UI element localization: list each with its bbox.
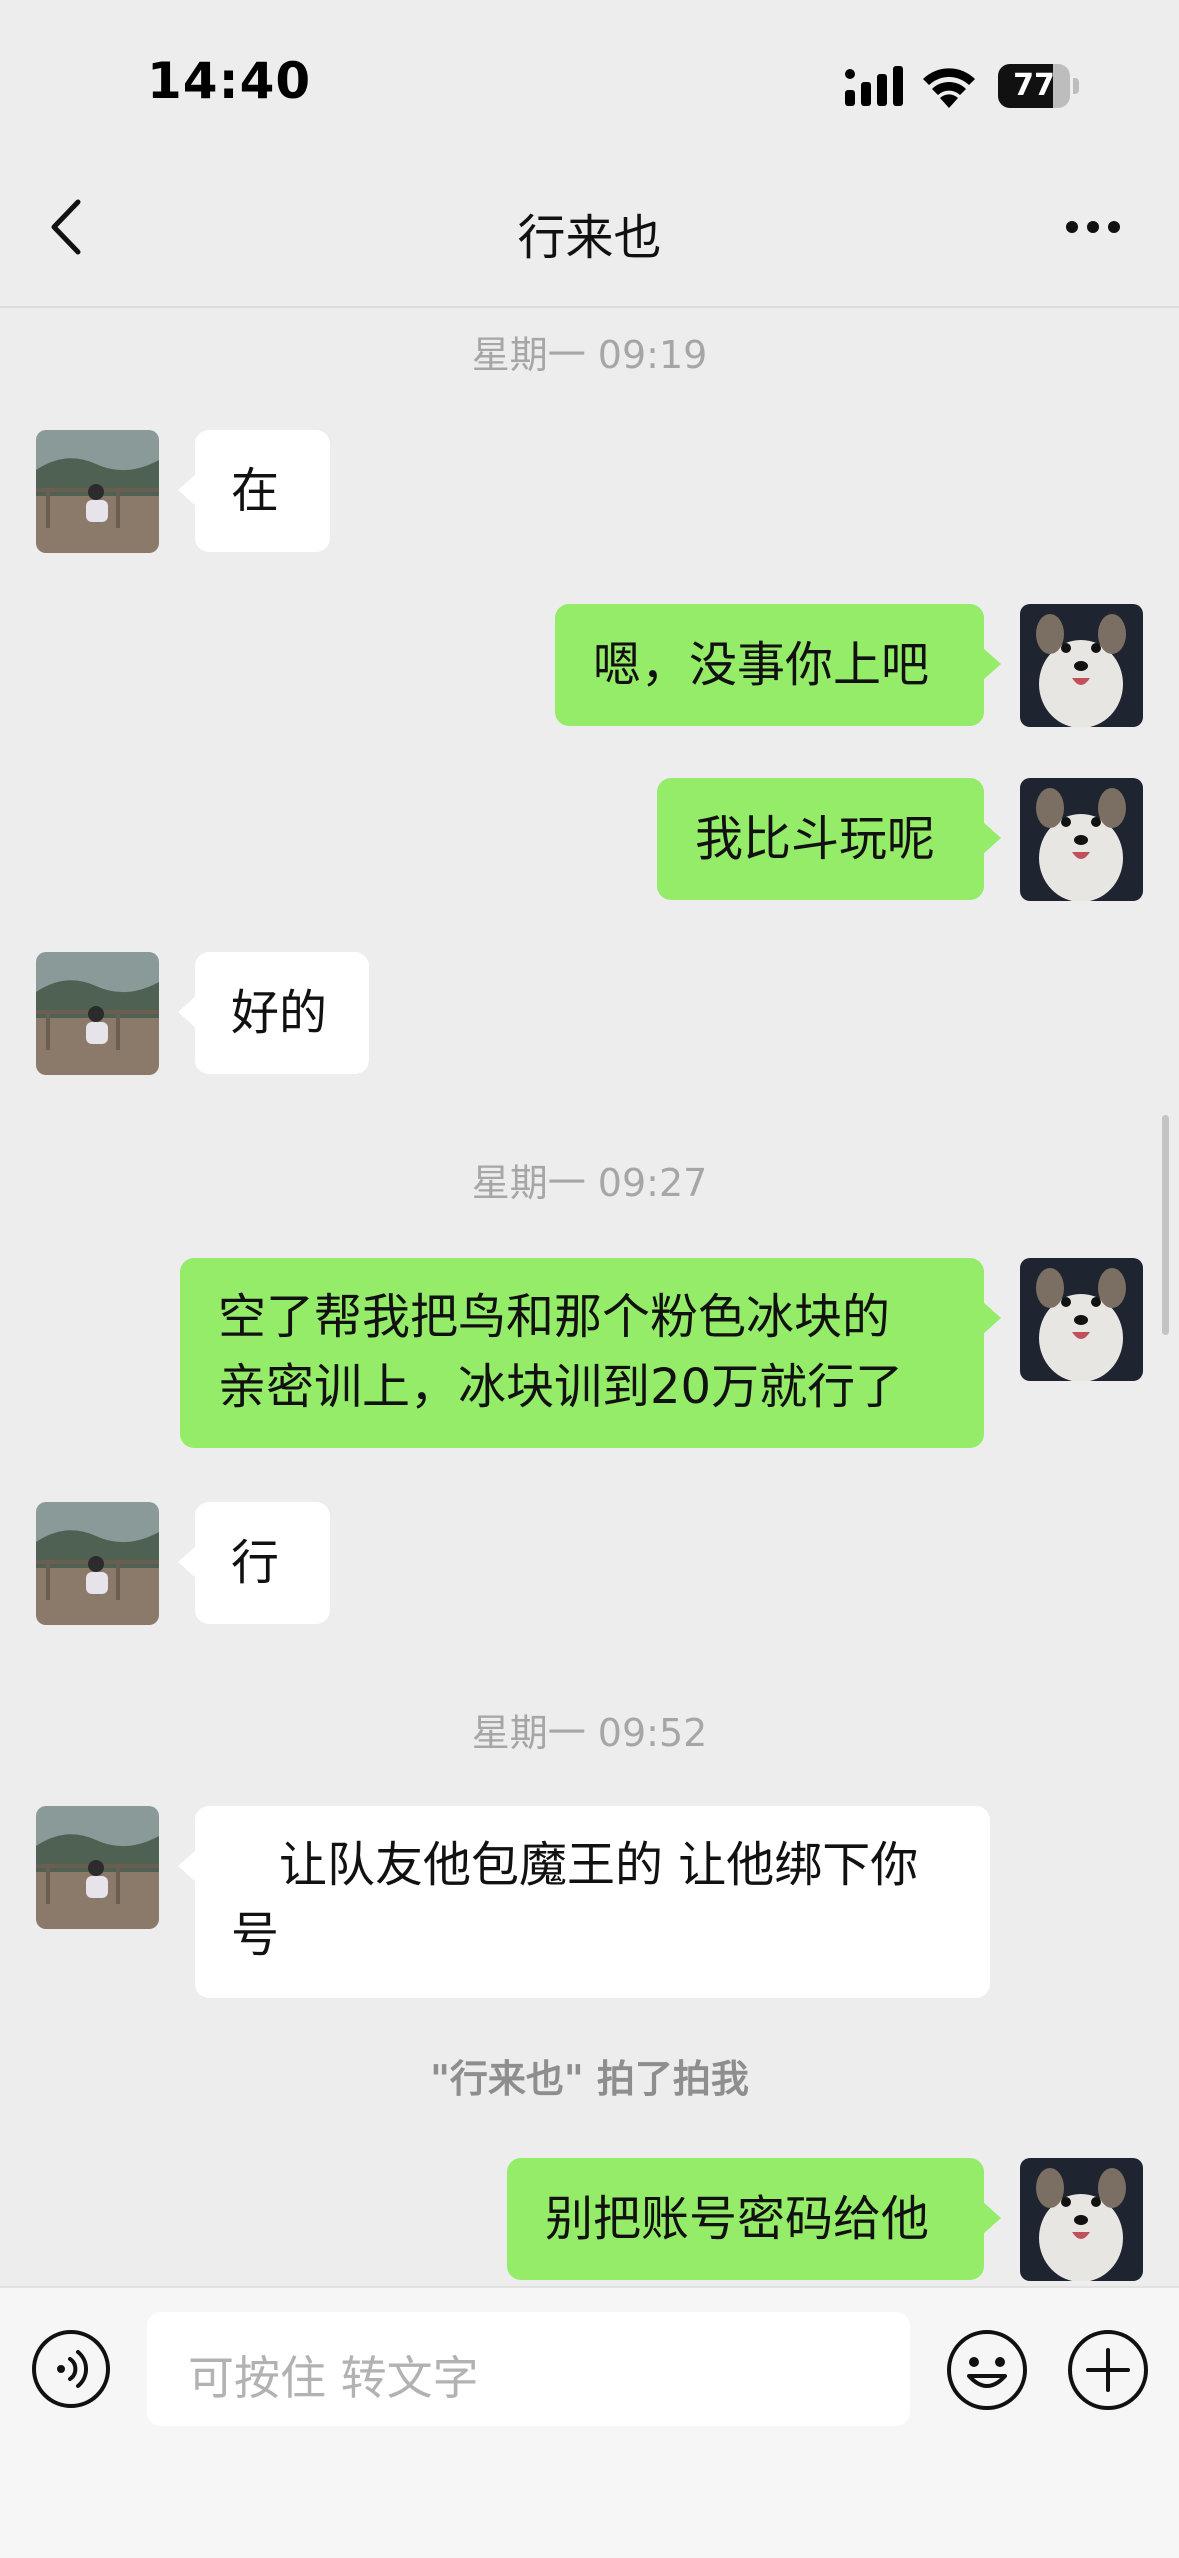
- message-text: 我比斗玩呢: [695, 811, 936, 867]
- message-bubble-outgoing[interactable]: 我比斗玩呢: [657, 778, 984, 900]
- timestamp: 星期一 09:27: [471, 1161, 708, 1205]
- message-bubble-incoming[interactable]: 行: [195, 1502, 330, 1624]
- message-bubble-incoming[interactable]: 好的: [195, 952, 369, 1074]
- message-text: 好的: [231, 985, 328, 1041]
- my-avatar[interactable]: [1020, 1258, 1143, 1381]
- more-horizontal-icon[interactable]: [1064, 218, 1122, 236]
- battery-indicator: 77: [998, 64, 1080, 108]
- message-bubble-outgoing[interactable]: 嗯，没事你上吧: [555, 604, 984, 726]
- message-text: 别把账号密码给他: [545, 2191, 930, 2247]
- my-avatar[interactable]: [1020, 778, 1143, 901]
- input-placeholder: 可按住 转文字: [188, 2351, 479, 2405]
- message-text: 在: [231, 463, 280, 519]
- timestamp: 星期一 09:19: [471, 333, 708, 377]
- battery-level: 77: [1013, 68, 1055, 103]
- message-text-line: 让队友他包魔王的 让他绑下你: [231, 1837, 919, 1893]
- plus-circle-icon[interactable]: [1066, 2328, 1150, 2412]
- message-text-line: 号: [231, 1907, 280, 1963]
- message-text: 行: [231, 1535, 280, 1591]
- status-time: 14:40: [147, 52, 312, 110]
- emoji-icon[interactable]: [945, 2328, 1029, 2412]
- timestamp: 星期一 09:52: [471, 1711, 708, 1755]
- message-text-line: 空了帮我把鸟和那个粉色冰块的: [218, 1289, 891, 1345]
- contact-avatar[interactable]: [36, 1502, 159, 1625]
- message-bubble-incoming[interactable]: 在: [195, 430, 330, 552]
- contact-avatar[interactable]: [36, 1806, 159, 1929]
- message-text: 嗯，没事你上吧: [593, 637, 930, 693]
- my-avatar[interactable]: [1020, 2158, 1143, 2281]
- pat-system-message: "行来也" 拍了拍我: [430, 2057, 749, 2101]
- voice-icon[interactable]: [30, 2328, 112, 2410]
- message-bubble-outgoing[interactable]: 别把账号密码给他: [507, 2158, 984, 2280]
- contact-avatar[interactable]: [36, 430, 159, 553]
- cellular-signal-icon: [845, 66, 903, 106]
- nav-divider: [0, 306, 1179, 308]
- message-text-line: 亲密训上，冰块训到20万就行了: [218, 1359, 904, 1415]
- contact-avatar[interactable]: [36, 952, 159, 1075]
- wifi-icon: [923, 68, 975, 108]
- message-bubble-incoming[interactable]: 让队友他包魔王的 让他绑下你 号: [195, 1806, 990, 1998]
- chat-title: 行来也: [517, 210, 662, 266]
- message-bubble-outgoing[interactable]: 空了帮我把鸟和那个粉色冰块的 亲密训上，冰块训到20万就行了: [180, 1258, 984, 1448]
- chat-scrollbar[interactable]: [1162, 1115, 1169, 1335]
- my-avatar[interactable]: [1020, 604, 1143, 727]
